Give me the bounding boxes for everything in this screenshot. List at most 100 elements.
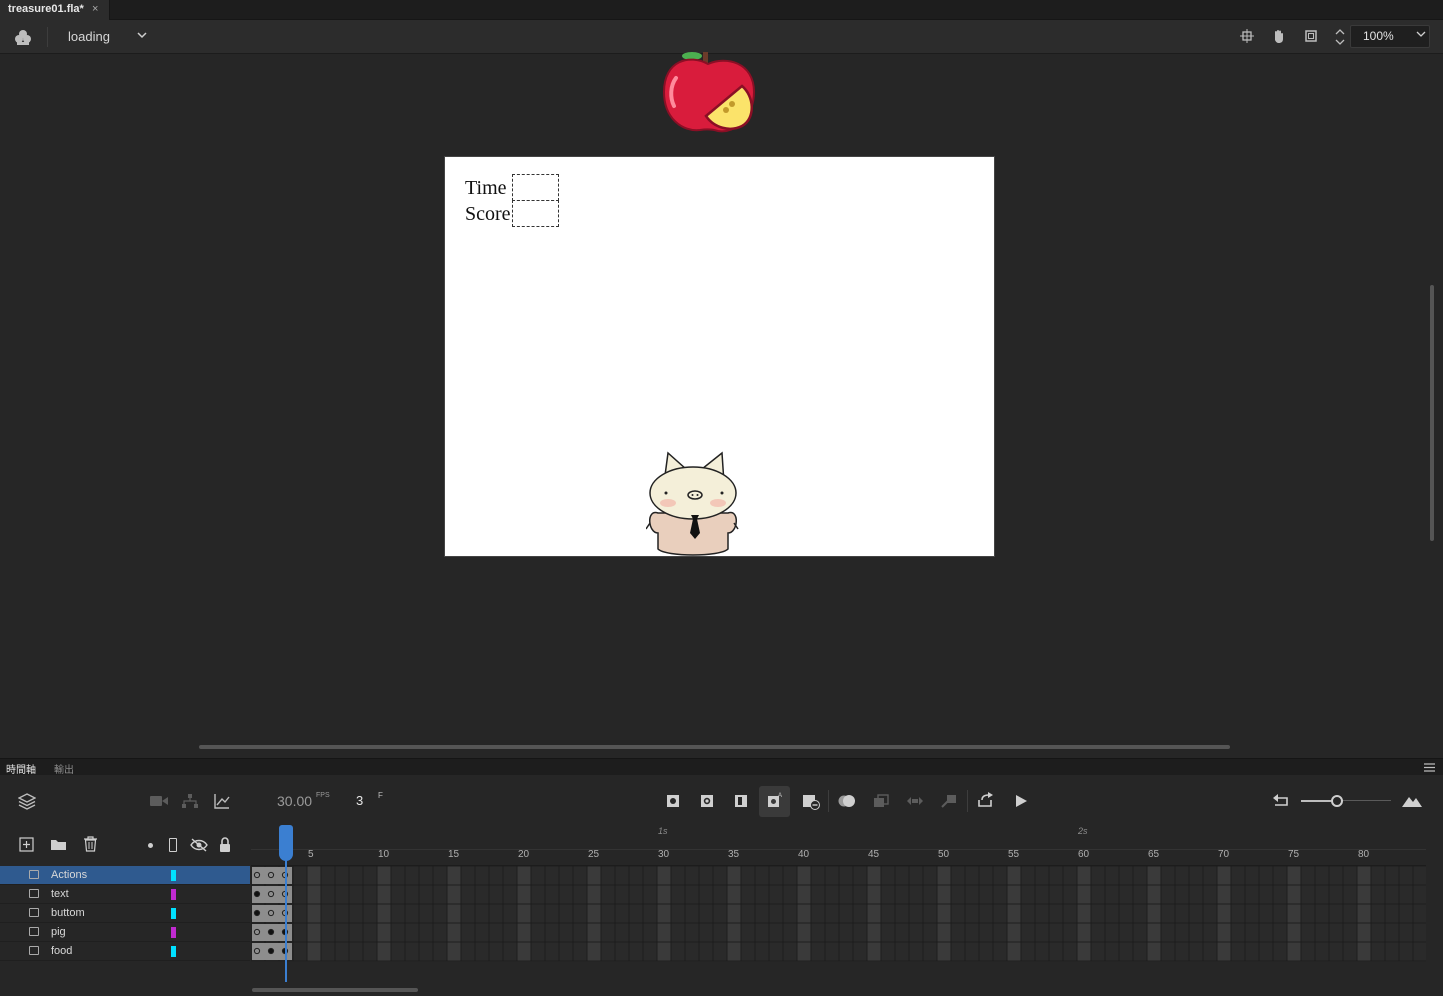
layer-list: Actions text buttom pig food — [0, 866, 250, 996]
svg-text:A: A — [778, 793, 782, 799]
ruler-frame-label: 45 — [868, 849, 880, 860]
layers-icon[interactable] — [18, 792, 36, 810]
clear-keyframe-icon[interactable] — [802, 794, 820, 810]
loop-icon[interactable] — [977, 792, 995, 808]
layer-color-swatch[interactable] — [171, 946, 176, 957]
document-tab[interactable]: treasure01.fla* × — [0, 0, 110, 20]
tab-output[interactable]: 輸出 — [54, 761, 74, 776]
ruler-frame-label: 35 — [728, 849, 740, 860]
zoom-slider-thumb[interactable] — [1331, 795, 1343, 807]
time-text-field[interactable] — [512, 174, 559, 201]
ruler-frame-label: 50 — [938, 849, 950, 860]
layer-icon — [29, 946, 39, 955]
parenting-icon[interactable] — [182, 794, 198, 808]
ruler-second-label: 2s — [1078, 826, 1088, 836]
timeline-ruler[interactable]: 1s 2s 5 10 15 20 25 30 35 40 45 50 55 60… — [251, 825, 1426, 866]
ruler-frame-label: 20 — [518, 849, 530, 860]
layer-color-swatch[interactable] — [171, 927, 176, 938]
insert-frame-icon[interactable] — [734, 794, 748, 808]
timeline-scrollbar[interactable] — [252, 988, 418, 992]
frame-unit: F — [378, 791, 383, 800]
layer-name[interactable]: pig — [51, 926, 66, 938]
insert-blank-keyframe-icon[interactable] — [700, 794, 714, 808]
frame-grid-footer — [251, 962, 1426, 992]
layer-row-buttom[interactable]: buttom — [0, 904, 250, 923]
ruler-frame-label: 60 — [1078, 849, 1090, 860]
insert-keyframe-icon[interactable] — [666, 794, 680, 808]
vertical-scrollbar[interactable] — [1430, 285, 1434, 541]
hand-icon[interactable] — [1271, 28, 1287, 44]
layer-color-swatch[interactable] — [171, 870, 176, 881]
close-icon[interactable]: × — [92, 3, 98, 15]
layer-row-actions[interactable]: Actions — [0, 866, 250, 885]
apple-graphic[interactable] — [660, 52, 760, 136]
ruler-second-label: 1s — [658, 826, 668, 836]
ruler-frame-label: 15 — [448, 849, 460, 860]
eye-hidden-icon[interactable] — [190, 838, 208, 852]
ruler-frame-label: 55 — [1008, 849, 1020, 860]
ruler-frame-label: 75 — [1288, 849, 1300, 860]
layer-icon — [29, 889, 39, 898]
trash-icon[interactable] — [83, 836, 98, 852]
layer-name[interactable]: text — [51, 888, 69, 900]
ruler-frame-label: 70 — [1218, 849, 1230, 860]
current-frame[interactable]: 3 — [356, 793, 363, 808]
edit-bar: loading 100% — [0, 20, 1443, 54]
playhead[interactable] — [279, 825, 293, 861]
zoom-slider-track-rest[interactable] — [1343, 800, 1391, 801]
horizontal-scrollbar[interactable] — [199, 745, 1230, 749]
zoom-value[interactable]: 100% — [1363, 29, 1394, 43]
layer-name[interactable]: food — [51, 945, 72, 957]
edit-multiple-icon[interactable] — [906, 795, 924, 807]
score-text-field[interactable] — [512, 200, 559, 227]
modify-markers-icon[interactable] — [941, 794, 957, 808]
fps-unit: FPS — [316, 792, 330, 799]
play-icon[interactable] — [1014, 794, 1028, 808]
frame-grid[interactable] — [251, 866, 1426, 962]
clip-icon[interactable] — [1304, 29, 1318, 43]
ruler-frame-label: 5 — [308, 849, 314, 860]
camera-icon[interactable] — [150, 795, 168, 807]
layer-icon — [29, 927, 39, 936]
pig-character[interactable] — [646, 449, 740, 557]
graph-icon[interactable] — [214, 793, 230, 809]
divider — [47, 27, 48, 47]
layer-row-text[interactable]: text — [0, 885, 250, 904]
outline-icon[interactable] — [169, 838, 177, 852]
scene-icon[interactable] — [14, 28, 32, 46]
chevron-down-icon[interactable] — [1416, 29, 1426, 39]
divider — [967, 790, 968, 812]
folder-icon[interactable] — [50, 838, 67, 851]
layer-name[interactable]: buttom — [51, 907, 85, 919]
onion-skin-icon[interactable] — [838, 794, 856, 808]
ruler-frame-label: 25 — [588, 849, 600, 860]
document-tab-title: treasure01.fla* — [8, 3, 84, 15]
layer-icon — [29, 870, 39, 879]
playhead-line — [285, 848, 287, 982]
center-frame-icon[interactable] — [1272, 793, 1290, 809]
zoom-slider-track[interactable] — [1301, 800, 1331, 802]
onion-outline-icon[interactable] — [873, 794, 889, 808]
layer-row-food[interactable]: food — [0, 942, 250, 961]
auto-keyframe-icon[interactable]: A — [767, 792, 783, 808]
document-tab-bar: treasure01.fla* × — [0, 0, 1443, 20]
ruler-divider — [251, 849, 1426, 850]
mountain-icon[interactable] — [1402, 794, 1422, 808]
ruler-frame-label: 80 — [1358, 849, 1370, 860]
layer-color-swatch[interactable] — [171, 908, 176, 919]
lock-icon[interactable] — [219, 837, 231, 852]
snap-icon[interactable] — [1240, 29, 1254, 43]
panel-menu-icon[interactable] — [1424, 763, 1435, 772]
new-layer-icon[interactable] — [19, 837, 34, 852]
highlight-dot-icon[interactable] — [148, 843, 153, 848]
fps-value[interactable]: 30.00 — [277, 793, 312, 809]
layer-color-swatch[interactable] — [171, 889, 176, 900]
ruler-frame-label: 30 — [658, 849, 670, 860]
scene-selector[interactable]: loading — [68, 29, 110, 44]
ruler-frame-label: 40 — [798, 849, 810, 860]
tab-timeline[interactable]: 時間軸 — [6, 761, 36, 776]
layer-row-pig[interactable]: pig — [0, 923, 250, 942]
layer-name[interactable]: Actions — [51, 869, 87, 881]
zoom-stepper-icon[interactable] — [1334, 27, 1346, 47]
chevron-down-icon[interactable] — [136, 29, 148, 41]
